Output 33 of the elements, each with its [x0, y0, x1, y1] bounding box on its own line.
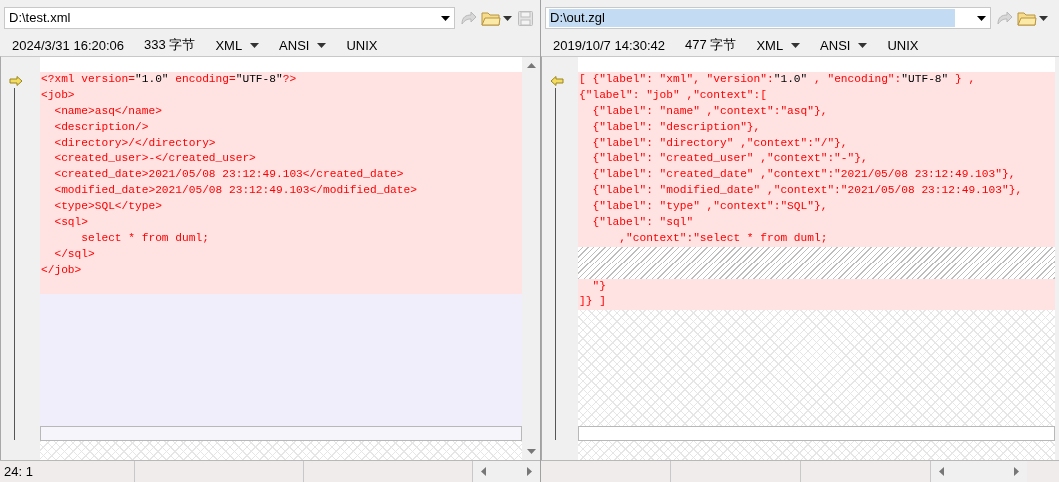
encoding-selector[interactable]: ANSI: [820, 37, 851, 53]
scroll-left-icon[interactable]: [939, 467, 944, 476]
dropdown-caret-icon[interactable]: [858, 42, 868, 48]
dropdown-caret-icon[interactable]: [791, 42, 801, 48]
dropdown-caret-icon[interactable]: [1039, 15, 1048, 21]
horizontal-scrollbar[interactable]: [473, 461, 540, 482]
file-path-field[interactable]: D:\out.zgl: [545, 7, 991, 29]
dropdown-caret-icon[interactable]: [441, 15, 450, 21]
file-size: 333 字节: [144, 36, 196, 54]
dropdown-caret-icon[interactable]: [250, 42, 260, 48]
scroll-left-icon[interactable]: [481, 467, 486, 476]
file-path-text: D:\out.zgl: [549, 9, 955, 27]
cursor-position: 24: 1: [4, 464, 33, 479]
scroll-right-icon[interactable]: [1014, 467, 1019, 476]
file-size: 477 字节: [685, 36, 737, 54]
file-date: 2019/10/7 14:30:42: [553, 37, 666, 53]
line-ending: UNIX: [887, 37, 919, 53]
encoding-selector[interactable]: ANSI: [279, 37, 310, 53]
file-path-text: D:\test.xml: [8, 9, 72, 27]
dropdown-caret-icon[interactable]: [317, 42, 327, 48]
dropdown-caret-icon[interactable]: [503, 15, 512, 21]
left-arrow-icon: [550, 76, 564, 86]
horizontal-scrollbar[interactable]: [931, 461, 1027, 482]
syntax-selector[interactable]: XML: [756, 37, 784, 53]
right-arrow-icon: [9, 76, 23, 86]
file-date: 2024/3/31 16:20:06: [12, 37, 125, 53]
scroll-right-icon[interactable]: [527, 467, 532, 476]
scroll-down-icon[interactable]: [526, 449, 536, 454]
file-path-field[interactable]: D:\test.xml: [4, 7, 455, 29]
dropdown-caret-icon[interactable]: [977, 15, 986, 21]
line-ending: UNIX: [346, 37, 378, 53]
scroll-up-icon[interactable]: [526, 63, 536, 68]
syntax-selector[interactable]: XML: [215, 37, 243, 53]
